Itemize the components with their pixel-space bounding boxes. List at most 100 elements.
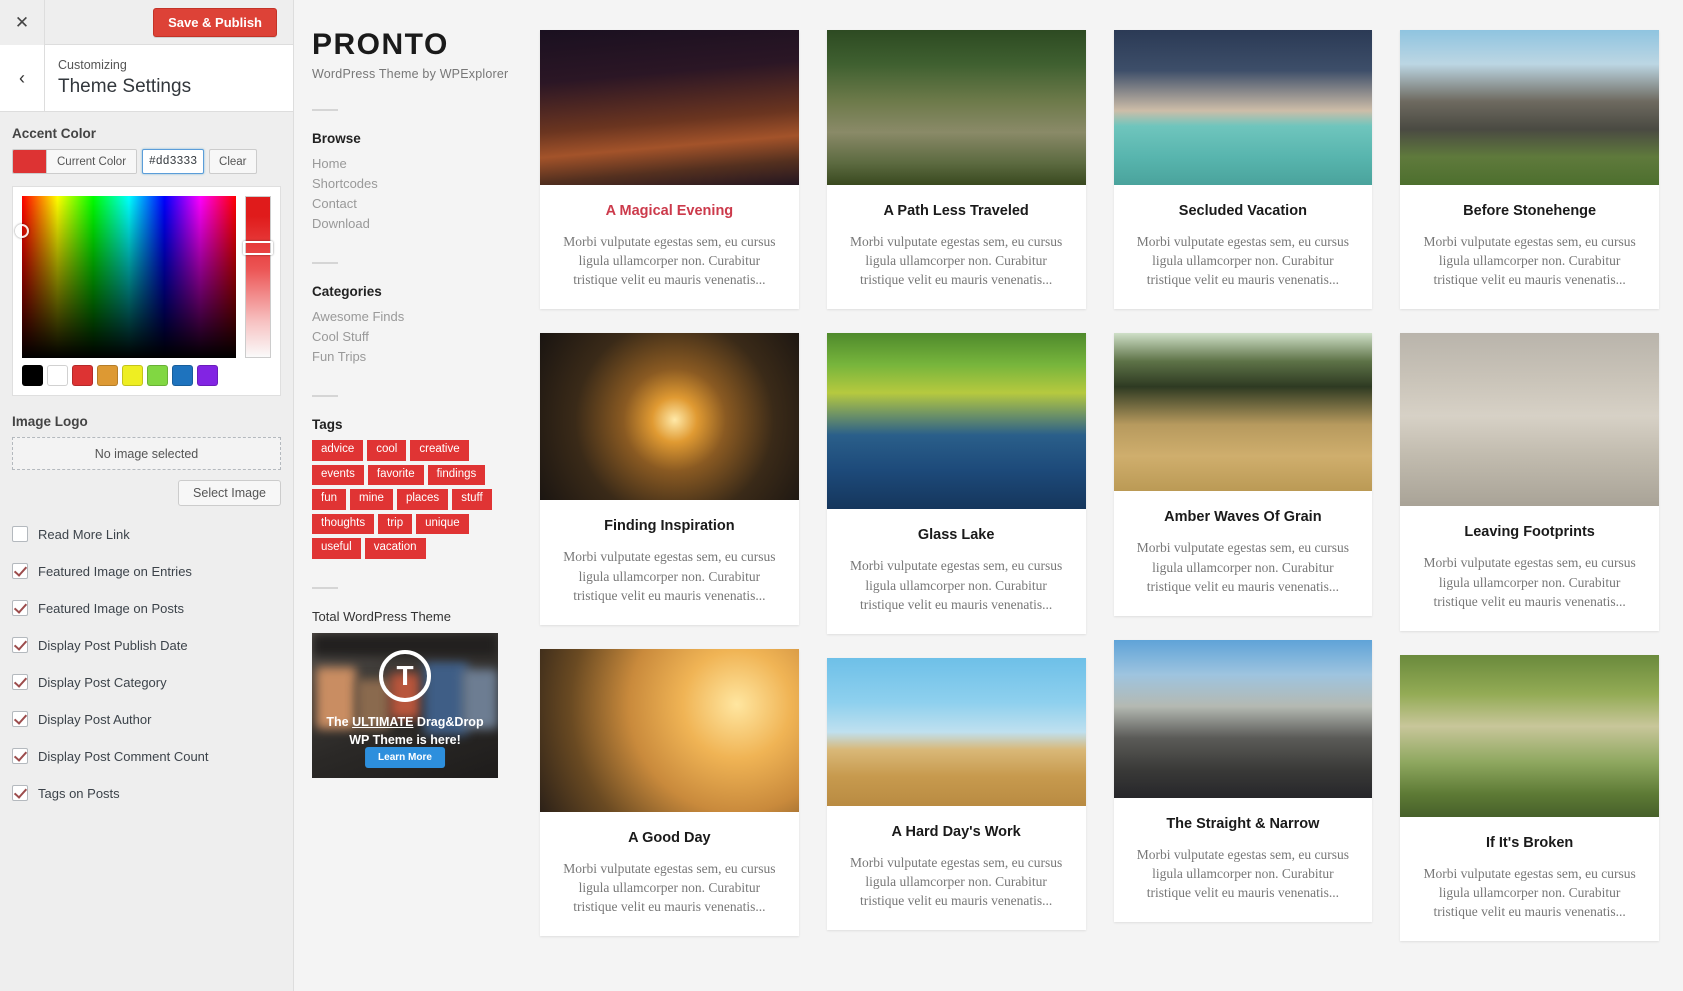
post-thumbnail[interactable] [540, 648, 799, 812]
checkbox-tags-on-posts[interactable] [12, 785, 28, 801]
color-swatch[interactable] [72, 365, 93, 386]
save-and-publish-button[interactable]: Save & Publish [153, 7, 277, 37]
tag-link[interactable]: trip [378, 513, 413, 534]
post-title[interactable]: A Path Less Traveled [841, 203, 1072, 219]
post-thumbnail[interactable] [1113, 639, 1373, 798]
tag-link[interactable]: advice [312, 440, 364, 461]
post-card[interactable]: A Path Less Traveled Morbi vulputate ege… [826, 30, 1086, 310]
post-card[interactable]: If It's Broken Morbi vulputate egestas s… [1400, 654, 1659, 942]
nav-link-download[interactable]: Download [312, 214, 516, 234]
checkbox-featured-image-on-posts[interactable] [12, 600, 28, 616]
color-swatch[interactable] [172, 365, 193, 386]
post-title[interactable]: Glass Lake [841, 527, 1072, 543]
post-card[interactable]: The Straight & Narrow Morbi vulputate eg… [1113, 639, 1373, 923]
hex-color-input[interactable] [142, 149, 205, 174]
post-thumbnail[interactable] [826, 657, 1086, 806]
toggle-display-post-author[interactable]: Display Post Author [12, 711, 281, 727]
tag-link[interactable]: useful [312, 538, 361, 559]
tag-link[interactable]: places [396, 489, 449, 510]
nav-link-home[interactable]: Home [312, 154, 516, 174]
category-link-cool-stuff[interactable]: Cool Stuff [312, 327, 516, 347]
checkbox-featured-image-on-entries[interactable] [12, 563, 28, 579]
post-thumbnail[interactable] [826, 30, 1086, 185]
post-title[interactable]: Before Stonehenge [1414, 203, 1645, 219]
checkbox-display-post-publish-date[interactable] [12, 637, 28, 653]
tag-link[interactable]: creative [410, 440, 469, 461]
tag-link[interactable]: findings [427, 464, 486, 485]
color-swatch[interactable] [22, 365, 43, 386]
category-link-awesome-finds[interactable]: Awesome Finds [312, 307, 516, 327]
chevron-left-icon[interactable]: ‹ [0, 44, 45, 112]
toggle-display-post-comment-count[interactable]: Display Post Comment Count [12, 748, 281, 764]
ad-banner[interactable]: T The ULTIMATE Drag&Drop WP Theme is her… [312, 632, 498, 778]
tag-link[interactable]: fun [312, 489, 346, 510]
post-thumbnail[interactable] [1400, 654, 1659, 817]
post-title[interactable]: A Good Day [554, 830, 785, 846]
toggle-display-post-category[interactable]: Display Post Category [12, 674, 281, 690]
tag-link[interactable]: vacation [364, 538, 426, 559]
checkbox-display-post-author[interactable] [12, 711, 28, 727]
tag-link[interactable]: unique [416, 513, 469, 534]
current-color-button[interactable]: Current Color [12, 149, 138, 174]
post-title[interactable]: Secluded Vacation [1128, 203, 1359, 219]
close-icon[interactable]: ✕ [0, 0, 45, 45]
post-thumbnail[interactable] [540, 333, 799, 501]
post-excerpt: Morbi vulputate egestas sem, eu cursus l… [1136, 540, 1349, 594]
toggle-tags-on-posts[interactable]: Tags on Posts [12, 785, 281, 801]
category-link-fun-trips[interactable]: Fun Trips [312, 347, 516, 367]
post-card[interactable]: Glass Lake Morbi vulputate egestas sem, … [826, 333, 1086, 634]
site-brand[interactable]: PRONTO [312, 30, 516, 60]
post-title[interactable]: A Hard Day's Work [841, 824, 1072, 840]
nav-link-contact[interactable]: Contact [312, 194, 516, 214]
post-card[interactable]: Before Stonehenge Morbi vulputate egesta… [1400, 30, 1659, 310]
tag-link[interactable]: mine [350, 489, 393, 510]
toggle-display-post-publish-date[interactable]: Display Post Publish Date [12, 637, 281, 653]
tag-link[interactable]: cool [367, 440, 407, 461]
post-thumbnail[interactable] [1400, 333, 1659, 507]
learn-more-button[interactable]: Learn More [365, 746, 445, 768]
checkbox-display-post-category[interactable] [12, 674, 28, 690]
post-title[interactable]: A Magical Evening [554, 203, 785, 219]
color-swatch[interactable] [147, 365, 168, 386]
post-thumbnail[interactable] [1400, 30, 1659, 185]
tag-link[interactable]: events [312, 464, 364, 485]
post-title[interactable]: Finding Inspiration [554, 518, 785, 534]
post-title[interactable]: Amber Waves Of Grain [1128, 509, 1359, 525]
post-card[interactable]: Secluded Vacation Morbi vulputate egesta… [1113, 30, 1373, 310]
post-column: Secluded Vacation Morbi vulputate egesta… [1113, 30, 1373, 991]
post-title[interactable]: The Straight & Narrow [1128, 816, 1359, 832]
checkbox-display-post-comment-count[interactable] [12, 748, 28, 764]
post-card[interactable]: A Magical Evening Morbi vulputate egesta… [540, 30, 799, 310]
post-thumbnail[interactable] [540, 30, 799, 185]
tag-link[interactable]: stuff [452, 489, 492, 510]
color-swatch[interactable] [122, 365, 143, 386]
post-card[interactable]: Finding Inspiration Morbi vulputate eges… [540, 333, 799, 625]
color-picker-handle[interactable] [15, 224, 29, 238]
ad-headline: The ULTIMATE Drag&Drop WP Theme is here! [312, 713, 498, 749]
post-title[interactable]: Leaving Footprints [1414, 524, 1645, 540]
select-image-button[interactable]: Select Image [178, 480, 281, 506]
checkbox-read-more-link[interactable] [12, 526, 28, 542]
tag-link[interactable]: thoughts [312, 513, 375, 534]
post-card[interactable]: A Hard Day's Work Morbi vulputate egesta… [826, 657, 1086, 931]
post-thumbnail[interactable] [826, 333, 1086, 510]
clear-color-button[interactable]: Clear [209, 149, 257, 174]
post-title[interactable]: If It's Broken [1414, 835, 1645, 851]
color-swatch[interactable] [47, 365, 68, 386]
image-logo-dropzone[interactable]: No image selected [12, 437, 281, 470]
post-card[interactable]: Amber Waves Of Grain Morbi vulputate ege… [1113, 333, 1373, 616]
toggle-read-more-link[interactable]: Read More Link [12, 526, 281, 542]
hue-slider-handle[interactable] [243, 241, 273, 255]
nav-link-shortcodes[interactable]: Shortcodes [312, 174, 516, 194]
toggle-featured-image-on-posts[interactable]: Featured Image on Posts [12, 600, 281, 616]
post-thumbnail[interactable] [1113, 333, 1373, 492]
saturation-value-square[interactable] [15, 196, 236, 358]
post-card[interactable]: Leaving Footprints Morbi vulputate egest… [1400, 333, 1659, 631]
color-swatch[interactable] [97, 365, 118, 386]
post-card[interactable]: A Good Day Morbi vulputate egestas sem, … [540, 648, 799, 937]
post-thumbnail[interactable] [1113, 30, 1373, 185]
hue-slider[interactable] [243, 196, 273, 358]
color-swatch[interactable] [197, 365, 218, 386]
toggle-featured-image-on-entries[interactable]: Featured Image on Entries [12, 563, 281, 579]
tag-link[interactable]: favorite [367, 464, 424, 485]
